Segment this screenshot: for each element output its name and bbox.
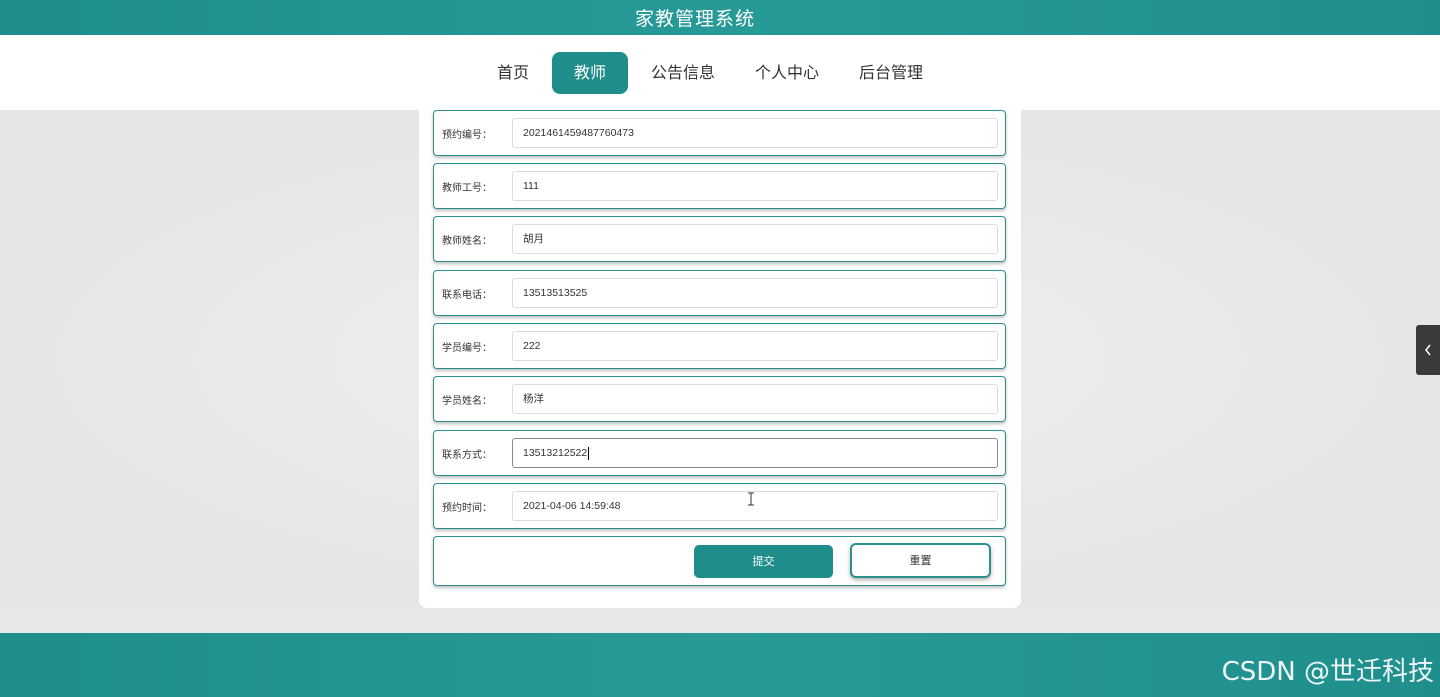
form-row-contact-method: 联系方式： 13513212522 — [433, 430, 1006, 476]
site-title: 家教管理系统 — [634, 8, 755, 30]
reset-button[interactable]: 重置 — [850, 543, 991, 578]
form-row-student-name: 学员姓名： 杨洋 — [433, 376, 1006, 422]
field-label: 教师姓名： — [442, 235, 492, 247]
contact-method-value: 13513212522 — [523, 447, 588, 459]
nav-item-teacher[interactable]: 教师 — [551, 51, 628, 94]
teacher-id-input[interactable]: 111 — [512, 171, 998, 201]
appointment-form: 预约编号： 2021461459487760473 教师工号： 111 教师姓名… — [419, 110, 1021, 608]
submit-button[interactable]: 提交 — [694, 545, 833, 578]
field-label: 预约编号： — [442, 129, 492, 141]
teacher-name-input[interactable]: 胡月 — [512, 224, 998, 254]
field-label: 教师工号： — [442, 182, 492, 194]
main-nav: 首页 教师 公告信息 个人中心 后台管理 — [0, 35, 1440, 110]
form-row-teacher-name: 教师姓名： 胡月 — [433, 216, 1006, 262]
text-caret — [588, 446, 590, 460]
contact-phone-input[interactable]: 13513513525 — [512, 278, 998, 308]
appointment-id-input[interactable]: 2021461459487760473 — [512, 118, 998, 148]
side-panel-toggle[interactable] — [1416, 325, 1440, 375]
nav-item-home[interactable]: 首页 — [477, 52, 549, 94]
contact-method-input[interactable]: 13513212522 — [512, 438, 998, 468]
form-row-contact-phone: 联系电话： 13513513525 — [433, 270, 1006, 316]
text-cursor-icon — [748, 492, 754, 506]
form-row-student-id: 学员编号： 222 — [433, 323, 1006, 369]
form-row-teacher-id: 教师工号： 111 — [433, 163, 1006, 209]
top-header-bar: 家教管理系统 — [0, 0, 1440, 35]
form-row-appointment-time: 预约时间： 2021-04-06 14:59:48 — [433, 483, 1006, 529]
chevron-left-icon — [1425, 344, 1431, 356]
nav-items: 首页 教师 公告信息 个人中心 后台管理 — [477, 51, 943, 94]
student-id-input[interactable]: 222 — [512, 331, 998, 361]
field-label: 学员姓名： — [442, 395, 492, 407]
form-row-appointment-id: 预约编号： 2021461459487760473 — [433, 110, 1006, 156]
watermark: CSDN @世迁科技 — [1221, 657, 1434, 687]
nav-item-personal-center[interactable]: 个人中心 — [735, 52, 839, 94]
nav-item-admin[interactable]: 后台管理 — [839, 52, 943, 94]
field-label: 预约时间： — [442, 502, 492, 514]
nav-item-announcements[interactable]: 公告信息 — [631, 52, 735, 94]
student-name-input[interactable]: 杨洋 — [512, 384, 998, 414]
field-label: 联系电话： — [442, 289, 492, 301]
field-label: 联系方式： — [442, 449, 492, 461]
form-actions: 提交 重置 — [433, 536, 1006, 586]
field-label: 学员编号： — [442, 342, 492, 354]
